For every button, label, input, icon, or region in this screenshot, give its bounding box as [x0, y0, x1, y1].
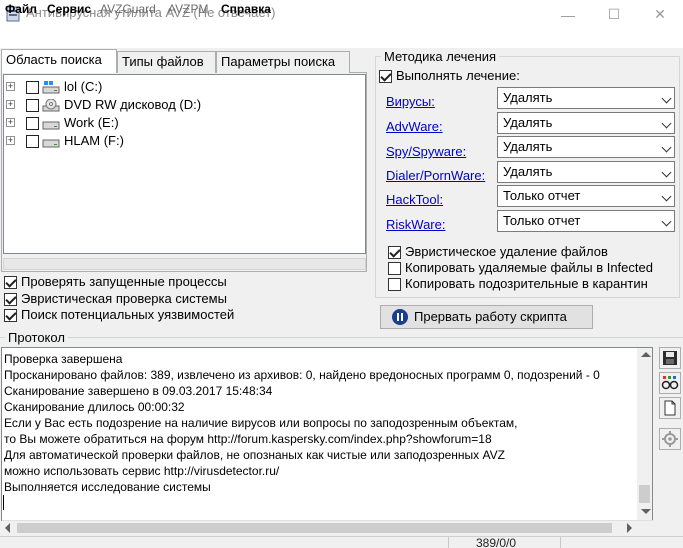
- system-drive-icon: [42, 81, 60, 94]
- perform-treatment-checkbox[interactable]: Выполнять лечение:: [379, 68, 579, 84]
- tree-item-drive-d[interactable]: + DVD RW дисковод (D:): [6, 96, 346, 114]
- drive-checkbox[interactable]: [26, 135, 39, 148]
- check-vulnerabilities[interactable]: Поиск потенциальных уязвимостей: [4, 307, 304, 323]
- scroll-up-arrow-icon[interactable]: [641, 352, 651, 357]
- glasses-icon: [661, 376, 679, 390]
- drive-label: DVD RW дисковод (D:): [64, 97, 202, 112]
- pause-icon: [392, 309, 408, 325]
- chevron-down-icon: [661, 118, 672, 129]
- stop-script-button[interactable]: Прервать работу скрипта: [380, 305, 593, 329]
- drive-label: HLAM (F:): [64, 133, 124, 148]
- tab-search-params[interactable]: Параметры поиска: [216, 51, 350, 73]
- save-icon: [663, 351, 677, 365]
- checkbox[interactable]: [4, 293, 17, 306]
- checkbox[interactable]: [4, 276, 17, 289]
- log-line: Для автоматической проверки файлов, не о…: [4, 448, 505, 462]
- tab-file-types[interactable]: Типы файлов: [117, 51, 216, 73]
- hard-drive-icon: [42, 139, 60, 148]
- drive-label: lol (C:): [64, 79, 103, 94]
- settings-icon: [662, 431, 678, 447]
- checkbox[interactable]: [388, 278, 401, 291]
- minimize-button[interactable]: —: [545, 0, 591, 29]
- scroll-right-arrow-icon[interactable]: [627, 523, 632, 533]
- status-separator: [560, 537, 561, 548]
- riskware-select[interactable]: Только отчет: [497, 210, 675, 232]
- log-line: Проверка завершена: [4, 352, 123, 366]
- expand-icon[interactable]: +: [6, 100, 15, 109]
- text-caret: [3, 495, 4, 510]
- log-vertical-scroll-thumb[interactable]: [639, 485, 650, 503]
- save-log-button[interactable]: [659, 347, 681, 369]
- tab-search-area[interactable]: Область поиска: [1, 49, 117, 73]
- protocol-title: Протокол: [5, 330, 68, 345]
- menu-help[interactable]: Справка: [221, 2, 271, 17]
- tree-horizontal-scrollbar[interactable]: [3, 258, 366, 270]
- log-line: Выполняется исследование системы: [4, 480, 211, 494]
- chevron-down-icon: [661, 93, 672, 104]
- treatment-group-title: Методика лечения: [381, 49, 500, 64]
- log-line: Просканировано файлов: 389, извлечено из…: [4, 368, 600, 382]
- link-advware[interactable]: AdvWare:: [386, 119, 443, 135]
- view-log-button[interactable]: [659, 372, 681, 394]
- log-line: то Вы можете обратиться на форум http://…: [4, 432, 492, 446]
- chevron-down-icon: [661, 191, 672, 202]
- viruses-select[interactable]: Удалять: [497, 87, 675, 109]
- protocol-log[interactable]: Проверка завершена Просканировано файлов…: [1, 347, 653, 521]
- dvd-drive-icon: [42, 99, 60, 112]
- log-line: Если у Вас есть подозрение на наличие ви…: [4, 416, 518, 430]
- log-line: Сканирование завершено в 09.03.2017 15:4…: [4, 384, 273, 398]
- menu-bar: [0, 29, 683, 48]
- maximize-button[interactable]: ☐: [591, 0, 637, 29]
- status-separator: [448, 537, 449, 548]
- dialer-select[interactable]: Удалять: [497, 161, 675, 183]
- chevron-down-icon: [661, 167, 672, 178]
- link-viruses[interactable]: Вирусы:: [386, 94, 435, 110]
- heuristic-delete-checkbox[interactable]: Эвристическое удаление файлов: [388, 244, 678, 260]
- close-button[interactable]: ✕: [637, 0, 683, 29]
- protocol-group-line: [0, 337, 683, 338]
- hacktool-select[interactable]: Только отчет: [497, 185, 675, 207]
- settings-button[interactable]: [659, 428, 681, 450]
- expand-icon[interactable]: +: [6, 118, 15, 127]
- link-spyware[interactable]: Spy/Spyware:: [386, 144, 466, 160]
- checkbox[interactable]: [388, 246, 401, 259]
- checkbox[interactable]: [4, 309, 17, 322]
- new-document-icon: [664, 400, 676, 416]
- link-riskware[interactable]: RiskWare:: [386, 217, 445, 233]
- status-counter: 389/0/0: [476, 536, 517, 548]
- menu-service[interactable]: Сервис: [47, 2, 91, 17]
- link-dialer-pornware[interactable]: Dialer/PornWare:: [386, 168, 485, 184]
- chevron-down-icon: [661, 142, 672, 153]
- copy-to-quarantine-checkbox[interactable]: Копировать подозрительные в карантин: [388, 276, 678, 292]
- tree-item-drive-f[interactable]: + HLAM (F:): [6, 132, 346, 150]
- menu-avzpm[interactable]: AVZPM: [168, 2, 208, 17]
- drive-checkbox[interactable]: [26, 99, 39, 112]
- checkbox[interactable]: [379, 70, 392, 83]
- spyware-select[interactable]: Удалять: [497, 136, 675, 158]
- drive-checkbox[interactable]: [26, 81, 39, 94]
- expand-icon[interactable]: +: [6, 82, 15, 91]
- log-line: Сканирование длилось 00:00:32: [4, 400, 185, 414]
- scroll-down-arrow-icon[interactable]: [641, 509, 651, 514]
- scroll-left-arrow-icon[interactable]: [5, 523, 10, 533]
- copy-to-infected-checkbox[interactable]: Копировать удаляемые файлы в Infected: [388, 260, 678, 276]
- checkbox[interactable]: [388, 262, 401, 275]
- clear-log-button[interactable]: [659, 397, 681, 419]
- tree-item-drive-c[interactable]: + lol (C:): [6, 78, 346, 96]
- check-heuristic-system[interactable]: Эвристическая проверка системы: [4, 291, 304, 307]
- log-horizontal-scroll-thumb[interactable]: [17, 523, 612, 533]
- expand-icon[interactable]: +: [6, 136, 15, 145]
- link-hacktool[interactable]: HackTool:: [386, 192, 443, 208]
- tree-item-drive-e[interactable]: + Work (E:): [6, 114, 346, 132]
- advware-select[interactable]: Удалять: [497, 112, 675, 134]
- menu-avzguard[interactable]: AVZGuard: [100, 2, 156, 17]
- check-running-processes[interactable]: Проверять запущенные процессы: [4, 274, 304, 290]
- hard-drive-icon: [42, 121, 60, 130]
- menu-file[interactable]: Файл: [5, 2, 37, 17]
- drive-label: Work (E:): [64, 115, 119, 130]
- status-bar: [0, 536, 683, 548]
- log-line: можно использовать сервис http://virusde…: [4, 464, 280, 478]
- chevron-down-icon: [661, 216, 672, 227]
- drive-checkbox[interactable]: [26, 117, 39, 130]
